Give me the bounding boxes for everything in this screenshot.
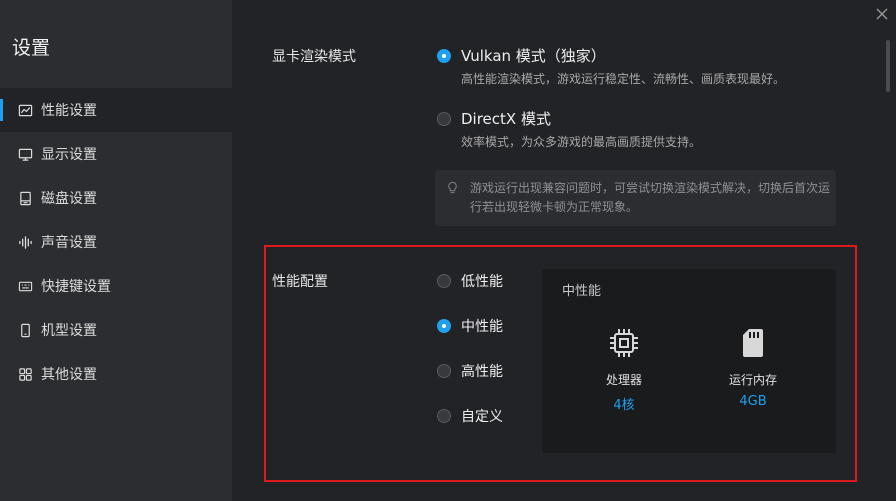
cpu-chip-icon <box>610 329 638 357</box>
sidebar-item-label: 其他设置 <box>41 367 97 383</box>
radio-button[interactable] <box>437 111 451 126</box>
sidebar: 设置 性能设置 显示设置 磁盘设置 声音设置 快捷键设置 机型设置 其他设置 <box>0 0 232 501</box>
lightbulb-icon <box>448 181 457 194</box>
sidebar-title: 设置 <box>12 37 51 59</box>
sidebar-item-label: 机型设置 <box>41 323 97 339</box>
radio-medium-performance[interactable]: 中性能 <box>437 316 503 336</box>
radio-vulkan[interactable]: Vulkan 模式（独家） <box>437 45 606 66</box>
directx-description: 效率模式，为众多游戏的最高画质提供支持。 <box>461 135 702 149</box>
sidebar-item-label: 显示设置 <box>41 147 97 163</box>
performance-config-label: 性能配置 <box>272 274 328 290</box>
radio-custom-performance[interactable]: 自定义 <box>437 406 503 426</box>
sidebar-item-label: 快捷键设置 <box>41 279 111 295</box>
memory-spec: 运行内存 4GB <box>713 326 793 409</box>
keyboard-icon <box>17 278 33 294</box>
close-button[interactable] <box>874 6 890 22</box>
sidebar-item-performance[interactable]: 性能设置 <box>0 88 232 132</box>
radio-label: 中性能 <box>461 319 503 335</box>
grid-icon <box>17 366 33 382</box>
radio-label: 高性能 <box>461 364 503 380</box>
cpu-spec: 处理器 4核 <box>584 326 664 413</box>
sound-wave-icon <box>17 234 33 250</box>
tip-text: 游戏运行出现兼容问题时，可尝试切换渲染模式解决，切换后首次运行若出现轻微卡顿为正… <box>470 181 831 214</box>
close-icon <box>876 8 888 20</box>
performance-detail-panel: 中性能 处理器 4核 运行内存 4GB <box>542 269 836 453</box>
sidebar-item-sound[interactable]: 声音设置 <box>0 220 232 264</box>
radio-label: 自定义 <box>461 409 503 425</box>
sidebar-item-device-model[interactable]: 机型设置 <box>0 308 232 352</box>
radio-button[interactable] <box>437 364 451 378</box>
cpu-value: 4核 <box>613 398 635 413</box>
radio-label: 低性能 <box>461 274 503 290</box>
vulkan-description: 高性能渲染模式，游戏运行稳定性、流畅性、画质表现最好。 <box>461 72 786 86</box>
panel-title: 中性能 <box>562 284 602 299</box>
radio-low-performance[interactable]: 低性能 <box>437 271 503 291</box>
sidebar-item-shortcut[interactable]: 快捷键设置 <box>0 264 232 308</box>
tip-box: 游戏运行出现兼容问题时，可尝试切换渲染模式解决，切换后首次运行若出现轻微卡顿为正… <box>435 170 836 226</box>
radio-button[interactable] <box>437 48 451 63</box>
radio-button[interactable] <box>437 319 451 333</box>
radio-button[interactable] <box>437 409 451 423</box>
sidebar-item-disk[interactable]: 磁盘设置 <box>0 176 232 220</box>
radio-directx[interactable]: DirectX 模式 <box>437 108 551 129</box>
memory-card-icon <box>743 329 763 357</box>
sidebar-item-other[interactable]: 其他设置 <box>0 352 232 396</box>
memory-label: 运行内存 <box>728 373 777 387</box>
radio-high-performance[interactable]: 高性能 <box>437 361 503 381</box>
sidebar-item-label: 声音设置 <box>41 235 97 251</box>
line-chart-icon <box>17 102 33 118</box>
cpu-label: 处理器 <box>605 373 642 387</box>
phone-icon <box>17 322 33 338</box>
radio-button[interactable] <box>437 274 451 288</box>
radio-label: DirectX 模式 <box>461 110 551 128</box>
sidebar-list: 性能设置 显示设置 磁盘设置 声音设置 快捷键设置 机型设置 其他设置 <box>0 88 232 396</box>
scrollbar[interactable] <box>886 40 890 92</box>
radio-label: Vulkan 模式（独家） <box>461 47 606 65</box>
render-mode-label: 显卡渲染模式 <box>272 49 356 65</box>
sidebar-item-label: 性能设置 <box>41 103 97 119</box>
sidebar-item-label: 磁盘设置 <box>41 191 97 207</box>
sidebar-item-display[interactable]: 显示设置 <box>0 132 232 176</box>
memory-value: 4GB <box>739 394 767 409</box>
monitor-icon <box>17 146 33 162</box>
disk-icon <box>17 190 33 206</box>
